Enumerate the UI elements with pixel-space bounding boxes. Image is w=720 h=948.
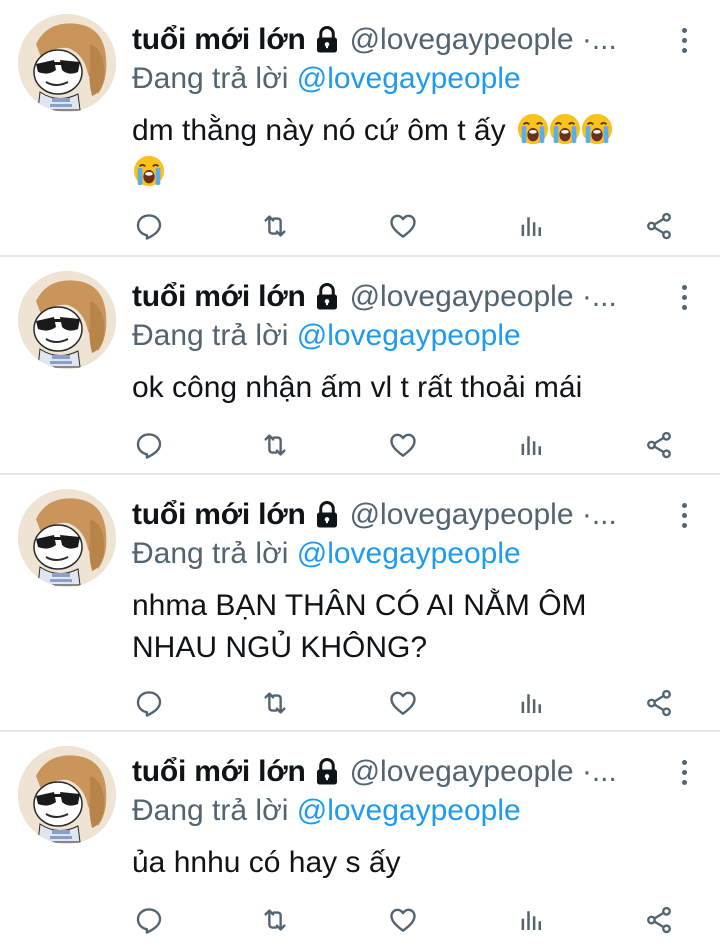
tweet-text: ủa hnhu có hay s ấy bbox=[132, 842, 696, 884]
share-icon[interactable] bbox=[642, 683, 676, 723]
display-name[interactable]: tuổi mới lớn bbox=[132, 280, 306, 314]
heart-icon[interactable] bbox=[386, 683, 420, 723]
reply-prefix: Đang trả lời bbox=[132, 319, 289, 352]
reply-prefix: Đang trả lời bbox=[132, 794, 289, 827]
reply-icon[interactable] bbox=[132, 425, 166, 465]
tweet-text-line: ok công nhận ấm vl t rất thoải mái bbox=[132, 371, 583, 404]
user-handle[interactable]: @lovegaypeople ·... bbox=[350, 23, 690, 57]
user-handle[interactable]: @lovegaypeople ·... bbox=[350, 498, 690, 532]
analytics-icon[interactable] bbox=[514, 206, 548, 246]
reply-thread: tuổi mới lớn @lovegaypeople ·... Đang tr… bbox=[0, 0, 720, 948]
more-options-icon[interactable] bbox=[672, 279, 696, 315]
tweet-actions bbox=[132, 900, 678, 940]
lock-icon bbox=[312, 282, 342, 312]
retweet-icon[interactable] bbox=[258, 900, 292, 940]
tweet-text-line: NHAU NGỦ KHÔNG? bbox=[132, 631, 428, 664]
reply-icon[interactable] bbox=[132, 206, 166, 246]
retweet-icon[interactable] bbox=[258, 683, 292, 723]
reply-mention-link[interactable]: @lovegaypeople bbox=[297, 537, 521, 570]
tweet[interactable]: tuổi mới lớn @lovegaypeople ·... Đang tr… bbox=[0, 475, 720, 732]
reply-mention-link[interactable]: @lovegaypeople bbox=[297, 319, 521, 352]
avatar[interactable] bbox=[18, 489, 116, 587]
lock-icon bbox=[312, 757, 342, 787]
display-name[interactable]: tuổi mới lớn bbox=[132, 755, 306, 789]
loudly-crying-face-icon bbox=[132, 154, 166, 188]
loudly-crying-face-icon bbox=[580, 112, 614, 146]
analytics-icon[interactable] bbox=[514, 425, 548, 465]
reply-icon[interactable] bbox=[132, 900, 166, 940]
user-handle[interactable]: @lovegaypeople ·... bbox=[350, 280, 690, 314]
tweet-header: tuổi mới lớn @lovegaypeople ·... bbox=[132, 750, 690, 794]
replying-to: Đang trả lời @lovegaypeople bbox=[132, 62, 700, 96]
heart-icon[interactable] bbox=[386, 900, 420, 940]
tweet-actions bbox=[132, 425, 678, 465]
tweet-header: tuổi mới lớn @lovegaypeople ·... bbox=[132, 275, 690, 319]
analytics-icon[interactable] bbox=[514, 900, 548, 940]
avatar[interactable] bbox=[18, 746, 116, 844]
replying-to: Đang trả lời @lovegaypeople bbox=[132, 794, 700, 828]
share-icon[interactable] bbox=[642, 425, 676, 465]
more-options-icon[interactable] bbox=[672, 754, 696, 790]
avatar[interactable] bbox=[18, 271, 116, 369]
lock-icon bbox=[312, 25, 342, 55]
loudly-crying-face-icon bbox=[516, 112, 550, 146]
loudly-crying-face-icon bbox=[548, 112, 582, 146]
tweet-actions bbox=[132, 683, 678, 723]
replying-to: Đang trả lời @lovegaypeople bbox=[132, 319, 700, 353]
tweet-text-line: ủa hnhu có hay s ấy bbox=[132, 846, 401, 879]
tweet-text: ok công nhận ấm vl t rất thoải mái bbox=[132, 367, 696, 409]
reply-mention-link[interactable]: @lovegaypeople bbox=[297, 794, 521, 827]
tweet-text-line: nhma BẠN THÂN CÓ AI NẰM ÔM bbox=[132, 589, 587, 622]
tweet[interactable]: tuổi mới lớn @lovegaypeople ·... Đang tr… bbox=[0, 257, 720, 475]
reply-prefix: Đang trả lời bbox=[132, 537, 289, 570]
display-name[interactable]: tuổi mới lớn bbox=[132, 498, 306, 532]
heart-icon[interactable] bbox=[386, 425, 420, 465]
tweet-text-line: dm thằng này nó cứ ôm t ấy bbox=[132, 114, 506, 147]
tweet[interactable]: tuổi mới lớn @lovegaypeople ·... Đang tr… bbox=[0, 732, 720, 948]
replying-to: Đang trả lời @lovegaypeople bbox=[132, 537, 700, 571]
tweet-actions bbox=[132, 206, 678, 246]
heart-icon[interactable] bbox=[386, 206, 420, 246]
retweet-icon[interactable] bbox=[258, 206, 292, 246]
user-handle[interactable]: @lovegaypeople ·... bbox=[350, 755, 690, 789]
tweet-text: nhma BẠN THÂN CÓ AI NẰM ÔM NHAU NGỦ KHÔN… bbox=[132, 585, 696, 669]
reply-icon[interactable] bbox=[132, 683, 166, 723]
tweet-header: tuổi mới lớn @lovegaypeople ·... bbox=[132, 493, 690, 537]
retweet-icon[interactable] bbox=[258, 425, 292, 465]
tweet-text: dm thằng này nó cứ ôm t ấy bbox=[132, 110, 696, 194]
analytics-icon[interactable] bbox=[514, 683, 548, 723]
more-options-icon[interactable] bbox=[672, 22, 696, 58]
reply-mention-link[interactable]: @lovegaypeople bbox=[297, 62, 521, 95]
tweet[interactable]: tuổi mới lớn @lovegaypeople ·... Đang tr… bbox=[0, 0, 720, 257]
avatar[interactable] bbox=[18, 14, 116, 112]
tweet-header: tuổi mới lớn @lovegaypeople ·... bbox=[132, 18, 690, 62]
share-icon[interactable] bbox=[642, 900, 676, 940]
more-options-icon[interactable] bbox=[672, 497, 696, 533]
lock-icon bbox=[312, 500, 342, 530]
display-name[interactable]: tuổi mới lớn bbox=[132, 23, 306, 57]
share-icon[interactable] bbox=[642, 206, 676, 246]
reply-prefix: Đang trả lời bbox=[132, 62, 289, 95]
